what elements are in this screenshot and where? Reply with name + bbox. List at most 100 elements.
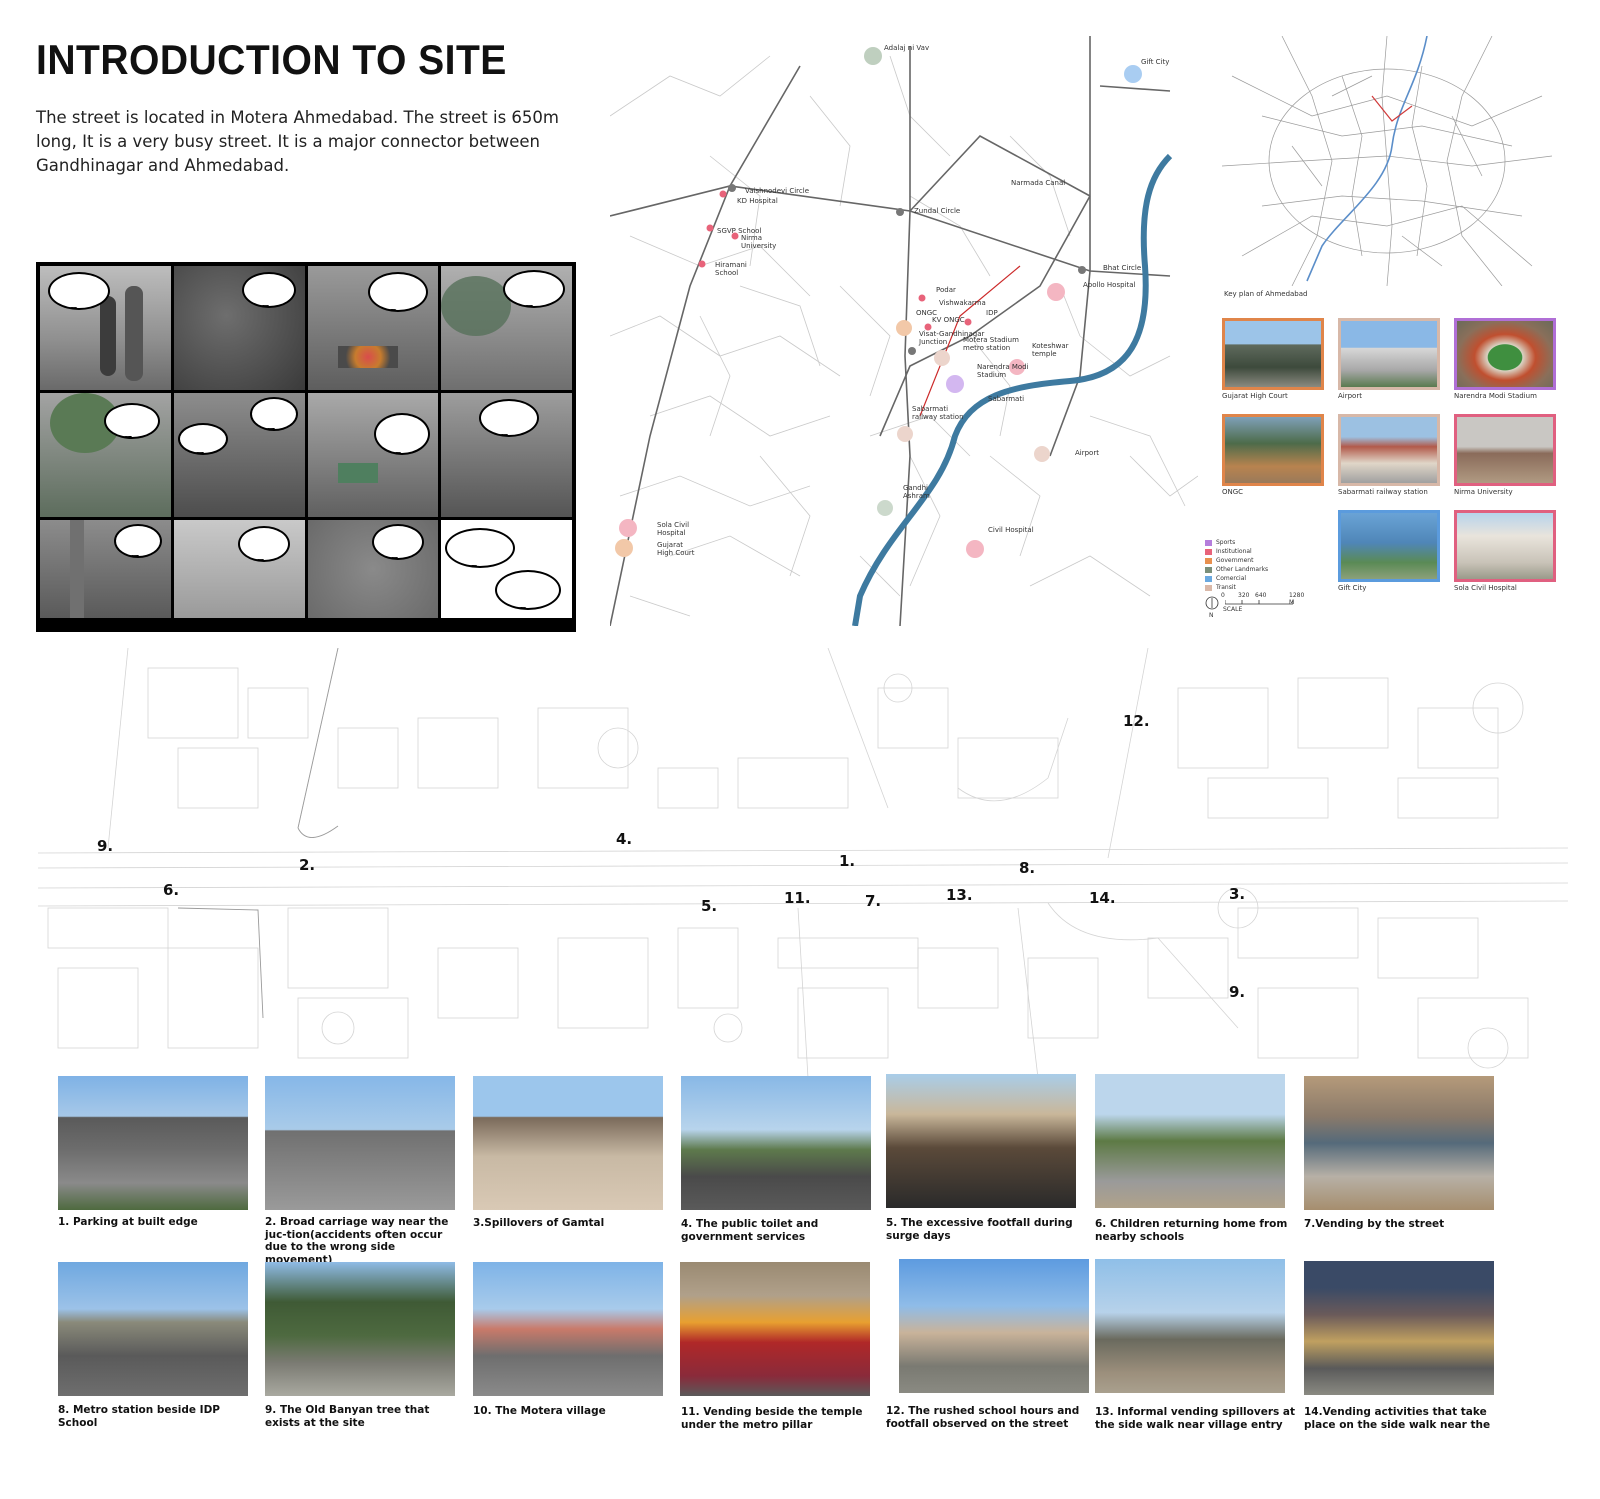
key-plan-label: Key plan of Ahmedabad: [1224, 290, 1308, 298]
comic-storyboard: [36, 262, 576, 632]
site-photo-6: [1095, 1074, 1285, 1208]
comic-panel: [173, 520, 305, 618]
site-photo-3: [473, 1076, 663, 1210]
comic-panel: [40, 266, 171, 390]
photo-caption-10: 10. The Motera village: [473, 1405, 606, 1417]
comic-panel: [173, 393, 305, 517]
map-label: Nirma University: [741, 234, 777, 250]
landmark-caption: Airport: [1338, 392, 1362, 400]
legend-label: Transit: [1216, 584, 1236, 591]
landmark-caption: Nirma University: [1454, 488, 1513, 496]
site-photo-4: [681, 1076, 871, 1210]
site-photo-11: [680, 1262, 870, 1396]
map-label: Koteshwar temple: [1032, 342, 1069, 358]
map-label: Gift City: [1141, 58, 1170, 66]
photo-caption-8: 8. Metro station beside IDP School: [58, 1404, 221, 1429]
site-photo-9: [265, 1262, 455, 1396]
scale-bar: [1225, 600, 1294, 605]
comic-panel: [40, 520, 171, 618]
site-marker-9b: 9.: [1229, 983, 1246, 1001]
north-arrow-icon: [1205, 596, 1219, 610]
legend-item: Comercial: [1205, 574, 1268, 583]
photo-caption-9: 9. The Old Banyan tree that exists at th…: [265, 1404, 430, 1429]
photo-caption-6: 6. Children returning home from nearby s…: [1095, 1218, 1288, 1243]
site-photo-2: [265, 1076, 455, 1210]
site-marker-3: 3.: [1229, 885, 1246, 903]
intro-text: The street is located in Motera Ahmedaba…: [36, 108, 559, 175]
site-photo-14: [1304, 1261, 1494, 1395]
legend-item: Transit: [1205, 583, 1268, 592]
site-plan: [38, 648, 1568, 1078]
map-label: Sola Civil Hospital: [657, 521, 690, 537]
map-legend: Sports Institutional Government Other La…: [1205, 538, 1268, 592]
landmark-sabarmati-railway-station: Sabarmati railway station: [1338, 414, 1440, 496]
legend-label: Institutional: [1216, 548, 1252, 555]
site-marker-13: 13.: [946, 886, 973, 904]
landmark-caption: Gujarat High Court: [1222, 392, 1288, 400]
map-label: Gujarat High Court: [657, 541, 695, 557]
comic-panel: [307, 520, 439, 618]
legend-swatch: [1205, 566, 1212, 573]
legend-label: Government: [1216, 557, 1254, 564]
landmark-photo: [1222, 318, 1324, 390]
legend-item: Sports: [1205, 538, 1268, 547]
photo-caption-7: 7.Vending by the street: [1304, 1218, 1445, 1230]
map-label: Motera Stadium metro station: [963, 336, 1019, 352]
comic-panel: [307, 393, 439, 517]
landmark-sola-civil-hospital: Sola Civil Hospital: [1454, 510, 1556, 592]
site-marker-12: 12.: [1123, 712, 1150, 730]
comic-panel: [441, 520, 572, 618]
comic-panel: [173, 266, 305, 390]
photo-caption-11: 11. Vending beside the temple under the …: [681, 1406, 863, 1431]
map-label: KV ONGC: [932, 316, 965, 324]
photo-caption-4: 4. The public toilet and government serv…: [681, 1218, 819, 1243]
site-marker-6: 6.: [163, 881, 180, 899]
map-label: Sabarmati: [988, 395, 1025, 403]
scale-tick: 0: [1221, 592, 1225, 599]
landmark-gujarat-high-court: Gujarat High Court: [1222, 318, 1324, 400]
scale-tick: 1280 M: [1289, 592, 1305, 606]
legend-item: Government: [1205, 556, 1268, 565]
landmark-narendra-modi-stadium: Narendra Modi Stadium: [1454, 318, 1556, 400]
map-label: Gandhi Ashram: [903, 484, 930, 500]
legend-label: Comercial: [1216, 575, 1247, 582]
map-label: Zundal Circle: [914, 207, 961, 215]
map-label: Hiramani School: [715, 261, 747, 277]
map-label: Sabarmati railway station: [912, 405, 964, 421]
site-photo-5: [886, 1074, 1076, 1208]
landmark-ongc: ONGC: [1222, 414, 1324, 496]
site-marker-8: 8.: [1019, 859, 1036, 877]
comic-panel: [441, 393, 572, 517]
map-label: Vaishnodevi Circle: [745, 187, 810, 195]
map-label: Narendra Modi Stadium: [977, 363, 1029, 379]
landmark-caption: ONGC: [1222, 488, 1244, 496]
site-marker-4: 4.: [616, 830, 633, 848]
photo-caption-5: 5. The excessive footfall during surge d…: [886, 1217, 1073, 1242]
site-photo-12: [899, 1259, 1089, 1393]
scale-label: SCALE: [1223, 606, 1243, 613]
legend-item: Other Landmarks: [1205, 565, 1268, 574]
page-title: INTRODUCTION TO SITE: [36, 36, 507, 83]
photo-caption-13: 13. Informal vending spillovers at the s…: [1095, 1406, 1296, 1431]
map-label: IDP: [986, 309, 998, 317]
map-label: Bhat Circle: [1103, 264, 1142, 272]
map-label: Apollo Hospital: [1083, 281, 1136, 289]
legend-item: Institutional: [1205, 547, 1268, 556]
legend-label: Sports: [1216, 539, 1236, 546]
map-label: Podar: [936, 286, 956, 294]
scale-tick: 640: [1255, 592, 1267, 599]
legend-swatch: [1205, 584, 1212, 591]
scale-tick: 320: [1238, 592, 1250, 599]
landmark-caption: Sola Civil Hospital: [1454, 584, 1517, 592]
photo-caption-3: 3.Spillovers of Gamtal: [473, 1217, 605, 1229]
map-label: Vishwakarma: [939, 299, 986, 307]
landmark-photo: [1338, 318, 1440, 390]
site-marker-11: 11.: [784, 889, 811, 907]
context-map: [610, 36, 1198, 626]
legend-swatch: [1205, 548, 1212, 555]
north-label: N: [1209, 612, 1214, 619]
photo-caption-1: 1. Parking at built edge: [58, 1216, 198, 1228]
landmark-gift-city: Gift City: [1338, 510, 1440, 592]
photo-caption-14: 14.Vending activities that take place on…: [1304, 1406, 1491, 1431]
legend-swatch: [1205, 539, 1212, 546]
